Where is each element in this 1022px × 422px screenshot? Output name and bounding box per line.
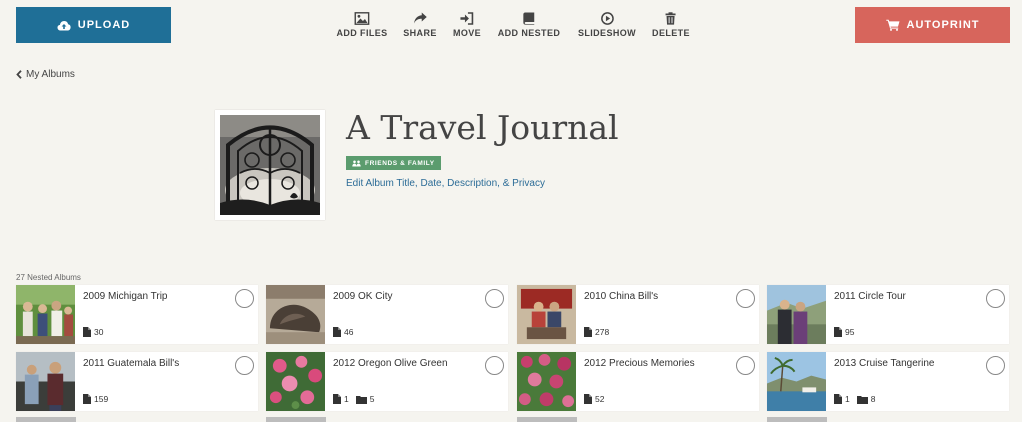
album-thumbnail xyxy=(16,285,75,344)
share-arrow-icon xyxy=(413,12,427,24)
album-counts: 1 5 xyxy=(333,394,381,404)
album-thumbnail xyxy=(767,285,826,344)
file-count: 46 xyxy=(333,327,353,337)
top-toolbar: UPLOAD ADD FILES SHARE MOVE ADD NESTED S… xyxy=(0,0,1022,52)
autoprint-label: AUTOPRINT xyxy=(906,19,980,31)
add-nested-button[interactable]: ADD NESTED xyxy=(498,12,561,38)
next-row-thumbnail xyxy=(767,417,827,422)
play-circle-icon xyxy=(600,12,614,25)
album-cover-photo[interactable] xyxy=(215,110,325,220)
add-files-label: ADD FILES xyxy=(336,28,388,38)
next-row-thumbnail xyxy=(16,417,76,422)
album-thumbnail xyxy=(767,352,826,411)
file-icon xyxy=(333,394,341,404)
cart-icon xyxy=(885,19,900,31)
album-name: 2013 Cruise Tangerine xyxy=(834,358,935,369)
delete-label: DELETE xyxy=(652,28,690,38)
album-card-2010-china-bills[interactable]: 2010 China Bill's 278 xyxy=(517,285,759,344)
add-nested-label: ADD NESTED xyxy=(497,28,561,38)
file-icon xyxy=(83,327,91,337)
album-name: 2011 Guatemala Bill's xyxy=(83,358,180,369)
album-card-2009-ok-city[interactable]: 2009 OK City 46 xyxy=(266,285,508,344)
select-checkbox[interactable] xyxy=(736,289,755,308)
file-icon xyxy=(584,327,592,337)
share-label: SHARE xyxy=(403,28,437,38)
next-row-thumbnail xyxy=(266,417,326,422)
file-icon xyxy=(83,394,91,404)
album-thumbnail xyxy=(517,285,576,344)
group-icon xyxy=(352,160,361,166)
privacy-label: FRIENDS & FAMILY xyxy=(365,159,435,167)
file-count: 52 xyxy=(584,394,604,404)
add-files-button[interactable]: ADD FILES xyxy=(336,12,387,38)
album-thumbnail xyxy=(16,352,75,411)
image-icon xyxy=(354,12,370,25)
album-card-2009-michigan-trip[interactable]: 2009 Michigan Trip 30 xyxy=(16,285,258,344)
folder-count: 8 xyxy=(856,394,875,404)
file-count: 30 xyxy=(83,327,103,337)
file-icon xyxy=(834,327,842,337)
album-counts: 46 xyxy=(333,327,360,337)
album-counts: 159 xyxy=(83,394,115,404)
file-count: 95 xyxy=(834,327,854,337)
album-card-2012-precious-memories[interactable]: 2012 Precious Memories 52 xyxy=(517,352,759,411)
next-row-thumbnail xyxy=(517,417,577,422)
select-checkbox[interactable] xyxy=(986,356,1005,375)
folder-count: 5 xyxy=(355,394,374,404)
select-checkbox[interactable] xyxy=(235,289,254,308)
slideshow-button[interactable]: SLIDESHOW xyxy=(578,12,636,38)
move-in-icon xyxy=(460,12,474,25)
album-card-2012-oregon-olive-green[interactable]: 2012 Oregon Olive Green 1 5 xyxy=(266,352,508,411)
move-button[interactable]: MOVE xyxy=(453,12,481,38)
album-counts: 30 xyxy=(83,327,110,337)
select-checkbox[interactable] xyxy=(986,289,1005,308)
file-count: 159 xyxy=(83,394,108,404)
select-checkbox[interactable] xyxy=(485,356,504,375)
album-counts: 278 xyxy=(584,327,616,337)
album-title: A Travel Journal xyxy=(346,108,619,147)
file-count: 1 xyxy=(333,394,349,404)
album-name: 2009 Michigan Trip xyxy=(83,291,168,302)
select-checkbox[interactable] xyxy=(736,356,755,375)
back-link-label: My Albums xyxy=(26,69,75,80)
book-icon xyxy=(523,12,535,25)
album-thumbnail xyxy=(266,285,325,344)
delete-button[interactable]: DELETE xyxy=(652,12,690,38)
move-label: MOVE xyxy=(452,28,482,38)
album-card-2011-guatemala-bills[interactable]: 2011 Guatemala Bill's 159 xyxy=(16,352,258,411)
album-name: 2009 OK City xyxy=(333,291,393,302)
select-checkbox[interactable] xyxy=(235,356,254,375)
album-counts: 1 8 xyxy=(834,394,882,404)
trash-icon xyxy=(666,12,676,25)
album-name: 2010 China Bill's xyxy=(584,291,659,302)
album-thumbnail xyxy=(517,352,576,411)
album-name: 2011 Circle Tour xyxy=(834,291,906,302)
slideshow-label: SLIDESHOW xyxy=(577,28,637,38)
chevron-left-icon xyxy=(16,70,22,79)
file-icon xyxy=(834,394,842,404)
file-count: 278 xyxy=(584,327,609,337)
folder-icon xyxy=(355,395,367,404)
ornate-gate-photo xyxy=(220,115,320,215)
back-to-my-albums-link[interactable]: My Albums xyxy=(16,69,75,80)
privacy-badge: FRIENDS & FAMILY xyxy=(346,156,441,170)
file-count: 1 xyxy=(834,394,850,404)
album-name: 2012 Precious Memories xyxy=(584,358,695,369)
album-card-2013-cruise-tangerine[interactable]: 2013 Cruise Tangerine 1 8 xyxy=(767,352,1009,411)
file-icon xyxy=(584,394,592,404)
album-thumbnail xyxy=(266,352,325,411)
nested-albums-count: 27 Nested Albums xyxy=(16,273,81,282)
autoprint-button[interactable]: AUTOPRINT xyxy=(855,7,1010,43)
share-button[interactable]: SHARE xyxy=(403,12,437,38)
file-icon xyxy=(333,327,341,337)
album-name: 2012 Oregon Olive Green xyxy=(333,358,448,369)
album-counts: 95 xyxy=(834,327,861,337)
album-counts: 52 xyxy=(584,394,611,404)
select-checkbox[interactable] xyxy=(485,289,504,308)
album-card-2011-circle-tour[interactable]: 2011 Circle Tour 95 xyxy=(767,285,1009,344)
folder-icon xyxy=(856,395,868,404)
edit-album-link[interactable]: Edit Album Title, Date, Description, & P… xyxy=(346,178,545,189)
